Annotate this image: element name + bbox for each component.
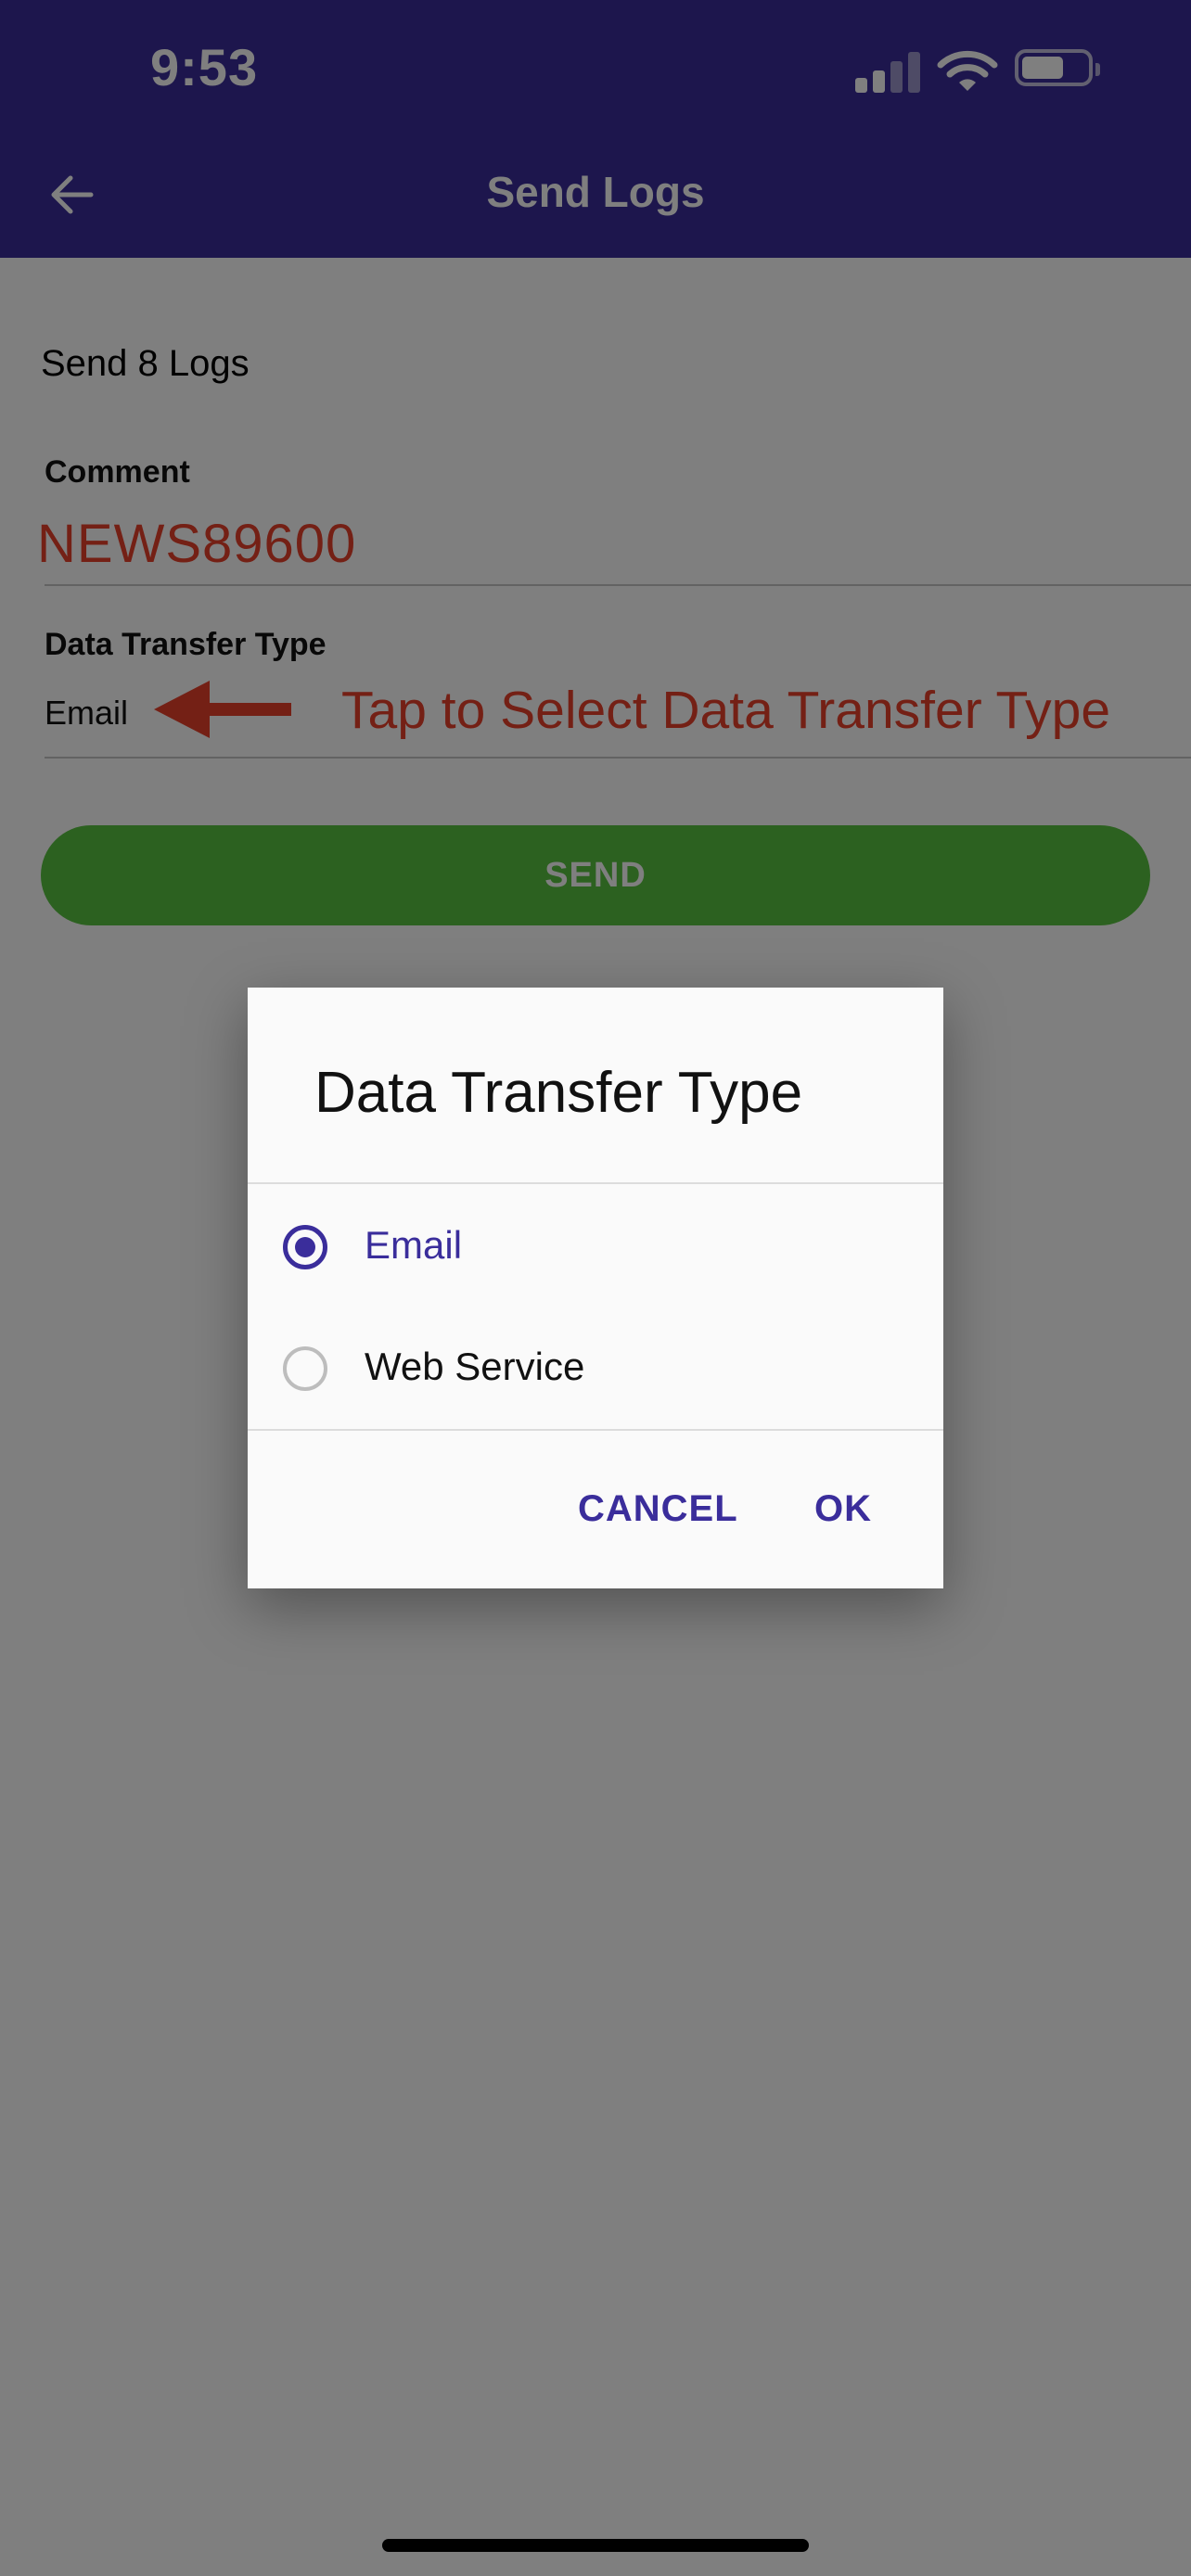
- radio-selected-icon[interactable]: [283, 1225, 327, 1269]
- home-indicator[interactable]: [382, 2539, 809, 2552]
- dialog-divider-bottom: [248, 1429, 943, 1431]
- cancel-button[interactable]: CANCEL: [578, 1488, 738, 1530]
- option-web-service[interactable]: Web Service: [248, 1322, 943, 1415]
- radio-unselected-icon[interactable]: [283, 1346, 327, 1391]
- option-email[interactable]: Email: [248, 1201, 943, 1294]
- ok-button[interactable]: OK: [814, 1488, 872, 1530]
- data-transfer-type-dialog: Data Transfer Type Email Web Service CAN…: [248, 988, 943, 1588]
- option-label: Web Service: [365, 1345, 585, 1388]
- dialog-title: Data Transfer Type: [314, 1061, 803, 1125]
- dialog-divider-top: [248, 1182, 943, 1184]
- option-label: Email: [365, 1223, 463, 1267]
